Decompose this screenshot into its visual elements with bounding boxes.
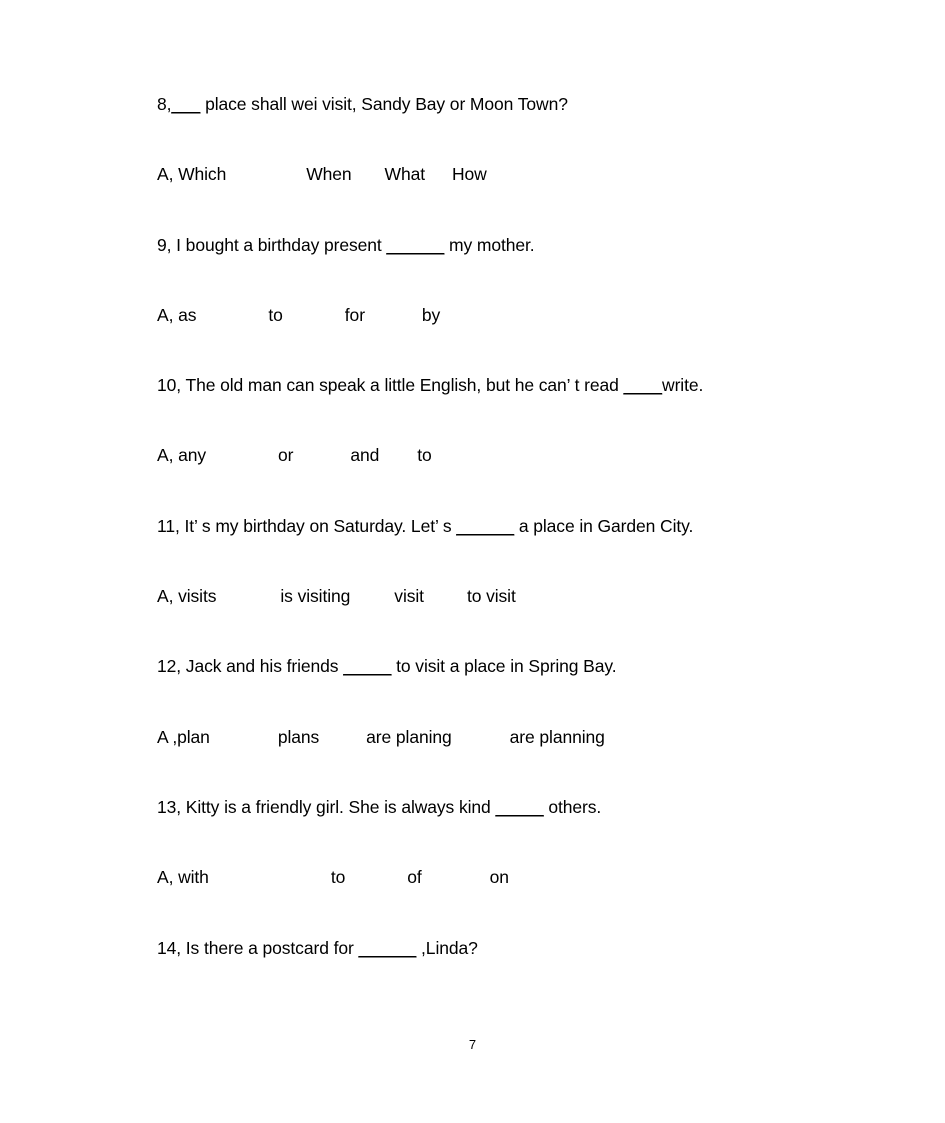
question-prefix: 10, The old man can speak a little Engli… [157,375,624,396]
question-suffix: my mother. [444,234,535,255]
question-suffix: place shall wei visit, Sandy Bay or Moon… [200,94,568,114]
question-line-9: 9, I bought a birthday present ______ my… [157,234,817,307]
option-c: are planing [366,726,452,747]
options-line-9: A, as to for by [157,304,817,377]
option-a: A, Which [157,164,227,185]
option-a: A, with [157,867,209,888]
question-suffix: a place in Garden City. [514,515,694,536]
option-b: or [278,445,294,466]
question-suffix: ,Linda? [416,937,478,958]
question-suffix: write. [662,375,704,396]
option-b: to [268,304,283,325]
document-body: 8,___ place shall wei visit, Sandy Bay o… [157,94,817,1010]
option-c: visit [394,586,424,607]
option-b: When [306,164,352,185]
option-d: How [452,164,487,185]
question-line-12: 12, Jack and his friends _____ to visit … [157,658,817,728]
option-a: A, any [157,445,207,466]
option-c: and [350,445,380,466]
answer-blank: _____ [495,796,544,817]
question-prefix: 12, Jack and his friends [157,656,344,677]
options-line-12: A ,plan plans are planing are planning [157,726,817,799]
option-c: of [407,867,422,888]
question-prefix: 9, I bought a birthday present [157,234,387,255]
question-suffix: to visit a place in Spring Bay. [391,656,617,677]
question-line-14: 14, Is there a postcard for ______ ,Lind… [157,937,817,1010]
option-d: are planning [509,726,605,747]
answer-blank: _____ [343,656,392,677]
option-c: What [384,164,426,185]
option-d: to visit [466,586,516,607]
option-a: A, visits [157,586,217,607]
question-line-10: 10, The old man can speak a little Engli… [157,375,817,447]
option-c: for [344,304,365,325]
answer-blank: ______ [456,515,515,536]
answer-blank: ______ [358,937,417,958]
option-b: plans [277,726,320,747]
option-d: to [417,445,432,466]
answer-blank: ______ [386,234,445,255]
question-suffix: others. [543,796,602,817]
option-b: is visiting [280,586,351,607]
question-line-8: 8,___ place shall wei visit, Sandy Bay o… [157,94,817,166]
option-b: to [330,867,346,888]
question-line-13: 13, Kitty is a friendly girl. She is alw… [157,796,817,869]
options-line-13: A, with to of on [157,869,817,939]
question-prefix: 13, Kitty is a friendly girl. She is alw… [157,796,496,817]
option-a: A ,plan [157,726,210,747]
question-line-11: 11, It’ s my birthday on Saturday. Let’ … [157,515,817,588]
option-d: by [421,304,441,325]
question-prefix: 11, It’ s my birthday on Saturday. Let’ … [157,515,457,536]
options-line-10: A, any or and to [157,447,817,517]
options-line-11: A, visits is visiting visit to visit [157,588,817,658]
question-prefix: 8, [157,94,172,114]
question-prefix: 14, Is there a postcard for [157,937,359,958]
options-line-8: A, Which When What How [157,166,817,236]
answer-blank: ____ [623,375,663,396]
answer-blank: ___ [171,94,201,114]
option-a: A, as [157,304,197,325]
document-page: 8,___ place shall wei visit, Sandy Bay o… [0,0,945,1123]
page-number: 7 [468,1037,477,1052]
option-d: on [489,867,509,888]
